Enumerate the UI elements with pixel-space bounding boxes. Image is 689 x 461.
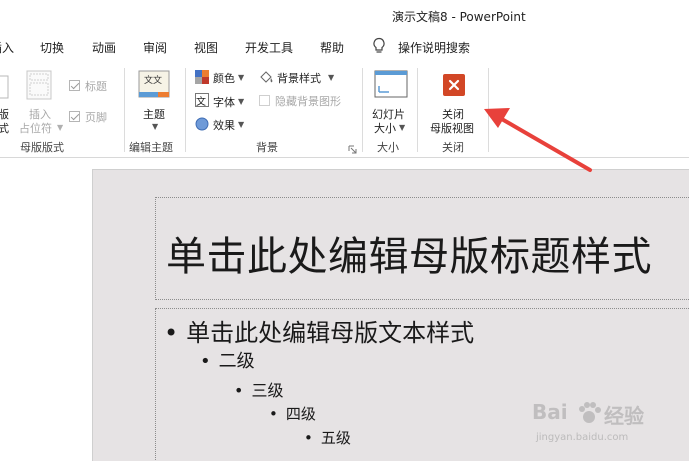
group-background: 颜色 ▼ 文 字体 ▼ 效果 ▼ 背景样式 ▼ 隐藏背景图形 背景 <box>186 62 362 158</box>
chevron-down-icon: ▼ <box>57 123 64 132</box>
tab-view[interactable]: 视图 <box>194 39 218 56</box>
bullet-text: 单击此处编辑母版文本样式 <box>186 319 475 347</box>
colors-label: 颜色 <box>213 72 235 85</box>
bullet-dot: • <box>269 405 278 423</box>
insert-placeholder-label-2: 占位符 <box>19 122 52 135</box>
close-master-label-2: 母版视图 <box>430 122 474 135</box>
group-master-layout: 版 式 插入 占位符 ▼ 标题 页脚 母版版式 <box>0 62 124 158</box>
title-checkbox-label: 标题 <box>85 80 107 93</box>
paint-bucket-icon <box>260 71 273 83</box>
lightbulb-icon[interactable] <box>372 37 386 55</box>
master-layout-icon <box>0 75 9 99</box>
bullet-level-1: • 单击此处编辑母版文本样式 <box>164 313 474 348</box>
ribbon: 版 式 插入 占位符 ▼ 标题 页脚 母版版式 文文 主题 ▼ 编辑主题 颜色 … <box>0 62 689 158</box>
bullet-text: 五级 <box>320 429 351 447</box>
group-label-master-layout: 母版版式 <box>20 141 64 154</box>
title-checkbox-box[interactable] <box>69 80 80 91</box>
tab-insert[interactable]: 插入 <box>0 39 14 56</box>
group-edit-theme: 文文 主题 ▼ 编辑主题 <box>125 62 185 158</box>
group-size: 幻灯片 大小 ▼ 大小 <box>363 62 417 158</box>
chevron-down-icon: ▼ <box>328 73 335 82</box>
bullet-dot: • <box>304 429 313 447</box>
footer-checkbox-box[interactable] <box>69 111 80 122</box>
tab-developer[interactable]: 开发工具 <box>245 39 293 56</box>
chevron-down-icon: ▼ <box>238 120 245 129</box>
bullet-level-2: • 二级 <box>200 347 255 373</box>
background-styles-label: 背景样式 <box>277 72 321 85</box>
close-x-glyph <box>448 79 460 91</box>
hide-background-label: 隐藏背景图形 <box>275 95 341 108</box>
tab-review[interactable]: 审阅 <box>143 39 167 56</box>
group-label-size: 大小 <box>377 141 399 154</box>
bullet-text: 二级 <box>218 351 255 372</box>
tell-me-search[interactable]: 操作说明搜索 <box>398 39 470 56</box>
tab-help[interactable]: 帮助 <box>320 39 344 56</box>
bullet-level-5: • 五级 <box>304 427 351 448</box>
group-label-close: 关闭 <box>442 141 464 154</box>
hide-background-checkbox-box[interactable] <box>259 95 270 106</box>
tab-transitions[interactable]: 切换 <box>40 39 64 56</box>
chevron-down-icon: ▼ <box>152 122 159 131</box>
close-icon <box>443 74 465 96</box>
tab-animations[interactable]: 动画 <box>92 39 116 56</box>
group-label-background: 背景 <box>256 141 278 154</box>
bullet-dot: • <box>164 319 179 347</box>
slide-size-label-2: 大小 <box>374 122 396 135</box>
slide-size-icon <box>374 70 408 98</box>
chevron-down-icon: ▼ <box>238 97 245 106</box>
bullet-dot: • <box>234 381 244 400</box>
fonts-label: 字体 <box>213 96 235 109</box>
window-title: 演示文稿8 - PowerPoint <box>392 10 526 24</box>
dialog-launcher-icon[interactable] <box>348 145 357 154</box>
fonts-icon-text: 文 <box>196 97 206 108</box>
chevron-down-icon: ▼ <box>238 73 245 82</box>
powerpoint-window: 演示文稿8 - PowerPoint 插入 切换 动画 审阅 视图 开发工具 帮… <box>0 0 689 461</box>
insert-placeholder-icon <box>26 70 52 100</box>
bullet-level-4: • 四级 <box>269 403 316 424</box>
ribbon-tabs: 插入 切换 动画 审阅 视图 开发工具 帮助 操作说明搜索 <box>0 34 689 60</box>
themes-label: 主题 <box>143 108 165 121</box>
group-close: 关闭 母版视图 关闭 <box>418 62 488 158</box>
effects-icon <box>195 117 209 131</box>
group-label-edit-theme: 编辑主题 <box>129 141 173 154</box>
title-placeholder[interactable]: 单击此处编辑母版标题样式 <box>155 197 689 300</box>
footer-checkbox-label: 页脚 <box>85 111 107 124</box>
watermark-url: jingyan.baidu.com <box>536 432 629 443</box>
color-palette-icon <box>195 70 209 84</box>
bullet-level-3: • 三级 <box>234 377 283 401</box>
bullet-dot: • <box>200 351 211 372</box>
title-placeholder-text: 单击此处编辑母版标题样式 <box>166 234 652 280</box>
baidu-watermark: Bai 经验 jingyan.baidu.com <box>532 396 682 456</box>
watermark-brand-cn: 经验 <box>604 404 644 428</box>
watermark-brand: Bai <box>532 400 568 424</box>
title-bar: 演示文稿8 - PowerPoint <box>0 0 689 32</box>
group-divider <box>488 68 489 152</box>
effects-label: 效果 <box>213 119 235 132</box>
chevron-down-icon: ▼ <box>399 123 406 132</box>
bullet-text: 四级 <box>285 405 316 423</box>
themes-icon-text: 文文 <box>144 76 163 86</box>
bullet-text: 三级 <box>251 381 284 400</box>
paw-icon <box>579 402 601 423</box>
master-layout-label-2: 式 <box>0 122 9 135</box>
